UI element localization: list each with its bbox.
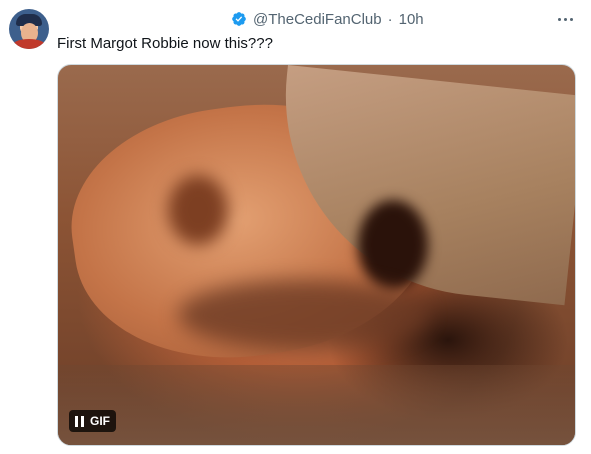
avatar-shirt [12, 39, 46, 49]
separator-dot: · [387, 10, 393, 28]
gif-frame-eye-shadow [358, 200, 428, 290]
gif-frame-beard [178, 280, 428, 350]
avatar[interactable] [9, 9, 49, 49]
tweet-text: First Margot Robbie now this??? [57, 35, 273, 52]
gif-media[interactable]: GIF [57, 64, 576, 446]
gif-label: GIF [90, 414, 110, 428]
verified-badge-icon [232, 12, 246, 26]
gif-badge[interactable]: GIF [69, 410, 116, 432]
tweet-header: @TheCediFanClub · 10h [231, 9, 424, 29]
pause-icon[interactable] [75, 415, 84, 427]
gif-frame-shadow [168, 175, 228, 245]
gif-frame-ground [58, 365, 575, 445]
timestamp[interactable]: 10h [399, 11, 424, 28]
more-options-icon[interactable] [555, 12, 575, 26]
author-handle[interactable]: @TheCediFanClub [253, 11, 382, 28]
